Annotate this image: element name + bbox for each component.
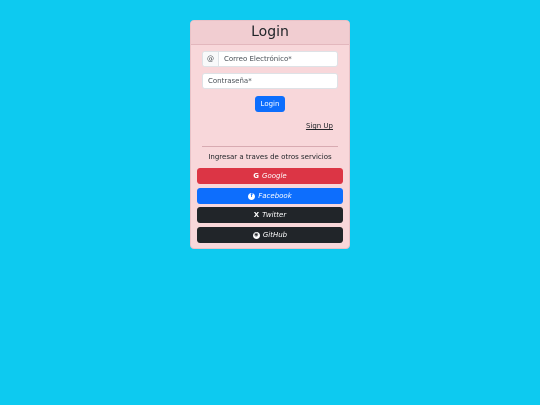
twitter-label: Twitter — [262, 211, 287, 219]
email-field[interactable]: @ Correo Electrónico* — [202, 51, 338, 67]
github-icon: ◉ — [252, 231, 260, 239]
google-icon: G — [253, 172, 260, 180]
facebook-button[interactable]: f Facebook — [197, 188, 343, 204]
at-icon: @ — [203, 52, 219, 66]
facebook-icon-glyph: f — [248, 192, 256, 200]
twitter-button[interactable]: X Twitter — [197, 207, 343, 223]
facebook-label: Facebook — [258, 192, 292, 200]
google-label: Google — [262, 172, 287, 180]
login-card: Login @ Correo Electrónico* Contraseña* … — [190, 20, 350, 249]
github-button[interactable]: ◉ GitHub — [197, 227, 343, 243]
google-button[interactable]: G Google — [197, 168, 343, 184]
password-field[interactable]: Contraseña* — [202, 73, 338, 89]
signup-link[interactable]: Sign Up — [306, 122, 333, 130]
email-placeholder: Correo Electrónico* — [224, 55, 292, 63]
divider — [202, 146, 338, 147]
login-button[interactable]: Login — [255, 96, 285, 112]
x-logo-icon: X — [253, 211, 260, 219]
github-label: GitHub — [262, 231, 288, 239]
password-placeholder: Contraseña* — [208, 77, 252, 85]
other-services-heading: Ingresar a traves de otros servicios — [208, 153, 332, 161]
facebook-icon: f — [248, 192, 256, 200]
github-icon-glyph: ◉ — [252, 231, 260, 239]
card-title: Login — [191, 21, 349, 45]
